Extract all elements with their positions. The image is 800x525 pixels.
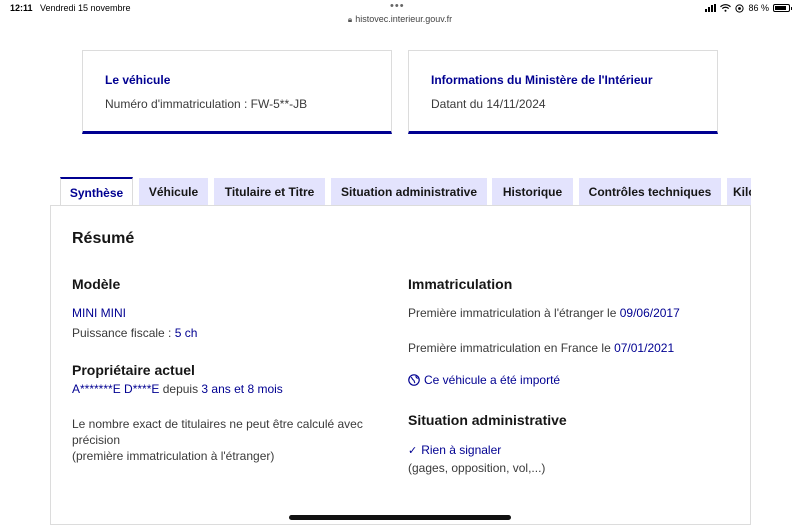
check-icon: ✓ xyxy=(408,444,418,457)
status-right: 86 % xyxy=(705,3,792,13)
vehicle-card-title: Le véhicule xyxy=(105,73,171,87)
admin-heading: Situation administrative xyxy=(408,412,567,428)
battery-icon xyxy=(773,4,792,12)
fiscal-power: Puissance fiscale : 5 ch xyxy=(72,326,198,340)
admin-status: ✓ Rien à signaler xyxy=(408,443,501,457)
owner-note-line2: précision xyxy=(72,433,121,447)
model-name: MINI MINI xyxy=(72,306,126,320)
tab-vehicule[interactable]: Véhicule xyxy=(139,178,208,205)
tab-bar: Synthèse Véhicule Titulaire et Titre Sit… xyxy=(60,177,751,205)
foreign-registration: Première immatriculation à l'étranger le… xyxy=(408,306,680,320)
ministry-card: Informations du Ministère de l'Intérieur… xyxy=(408,50,718,134)
multitask-dots-icon[interactable]: ••• xyxy=(390,0,405,12)
foreign-registration-date: 09/06/2017 xyxy=(619,306,680,320)
globe-icon xyxy=(408,374,420,386)
imported-text: Ce véhicule a été importé xyxy=(424,373,561,387)
location-icon xyxy=(735,3,745,13)
home-indicator[interactable] xyxy=(289,515,511,520)
model-heading: Modèle xyxy=(72,276,121,292)
admin-detail: (gages, opposition, vol,...) xyxy=(408,461,546,475)
ministry-date: Datant du 14/11/2024 xyxy=(431,97,546,111)
ministry-card-title: Informations du Ministère de l'Intérieur xyxy=(431,73,653,87)
admin-status-text: Rien à signaler xyxy=(421,443,502,457)
registration-number: Numéro d'immatriculation : FW-5**-JB xyxy=(105,97,308,111)
lock-icon: 🔒︎ xyxy=(347,15,353,24)
summary-title: Résumé xyxy=(72,230,135,247)
tab-titulaire-titre[interactable]: Titulaire et Titre xyxy=(214,178,325,205)
owner-name: A*******E D****E xyxy=(72,382,160,396)
registration-heading: Immatriculation xyxy=(408,276,513,292)
tab-historique[interactable]: Historique xyxy=(492,178,573,205)
status-time: 12:11 xyxy=(10,3,33,13)
owner-heading: Propriétaire actuel xyxy=(72,362,195,378)
france-registration: Première immatriculation en France le 07… xyxy=(408,341,675,355)
cellular-signal-icon xyxy=(705,4,717,12)
owner-note-line1: Le nombre exact de titulaires ne peut êt… xyxy=(72,417,363,431)
battery-fill xyxy=(775,6,787,10)
tab-synthese[interactable]: Synthèse xyxy=(60,177,133,205)
owner-duration: 3 ans et 8 mois xyxy=(201,382,283,396)
tab-kilometrage[interactable]: Kilo xyxy=(727,178,751,205)
owner-note-line3: (première immatriculation à l'étranger) xyxy=(72,449,275,463)
tab-controles-techniques[interactable]: Contrôles techniques xyxy=(579,178,721,205)
wifi-icon xyxy=(720,4,732,12)
status-date: Vendredi 15 novembre xyxy=(40,3,131,13)
imported-link[interactable]: Ce véhicule a été importé xyxy=(408,373,560,387)
fiscal-power-value: 5 ch xyxy=(174,326,198,340)
france-registration-date: 07/01/2021 xyxy=(614,341,675,355)
tab-situation-administrative[interactable]: Situation administrative xyxy=(331,178,487,205)
url-bar[interactable]: 🔒︎ histovec.interieur.gouv.fr xyxy=(0,14,800,30)
vehicle-card: Le véhicule Numéro d'immatriculation : F… xyxy=(82,50,392,134)
owner-line: A*******E D****E depuis 3 ans et 8 mois xyxy=(72,382,283,396)
battery-percent: 86 % xyxy=(748,3,769,13)
url-text: histovec.interieur.gouv.fr xyxy=(355,14,453,24)
